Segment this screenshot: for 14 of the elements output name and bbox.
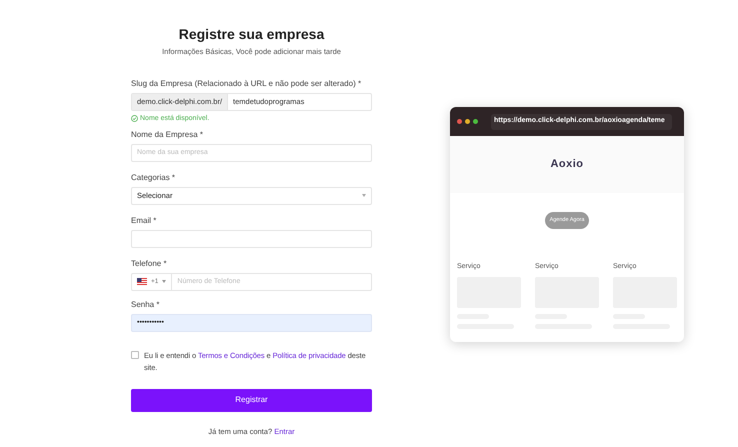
field-label: Email * [131,216,156,225]
field-label: Categorias * [131,174,176,182]
caret-icon [162,280,166,284]
field-label: Nome da Empresa * [131,130,204,139]
caret-icon [362,194,366,198]
flag-icon [137,278,147,286]
email-field[interactable] [131,230,372,248]
logo: Aoxio [550,157,584,172]
field-label: Telefone * [131,260,167,268]
page-title: Registre sua empresa [178,26,324,44]
field-label: Senha * [131,300,160,309]
field-label: Slug da Empresa (Relacionado à URL e não pode ser alterado) * [131,80,362,88]
terms-checkbox[interactable] [131,350,139,359]
register-button[interactable]: Registrar [131,388,372,412]
